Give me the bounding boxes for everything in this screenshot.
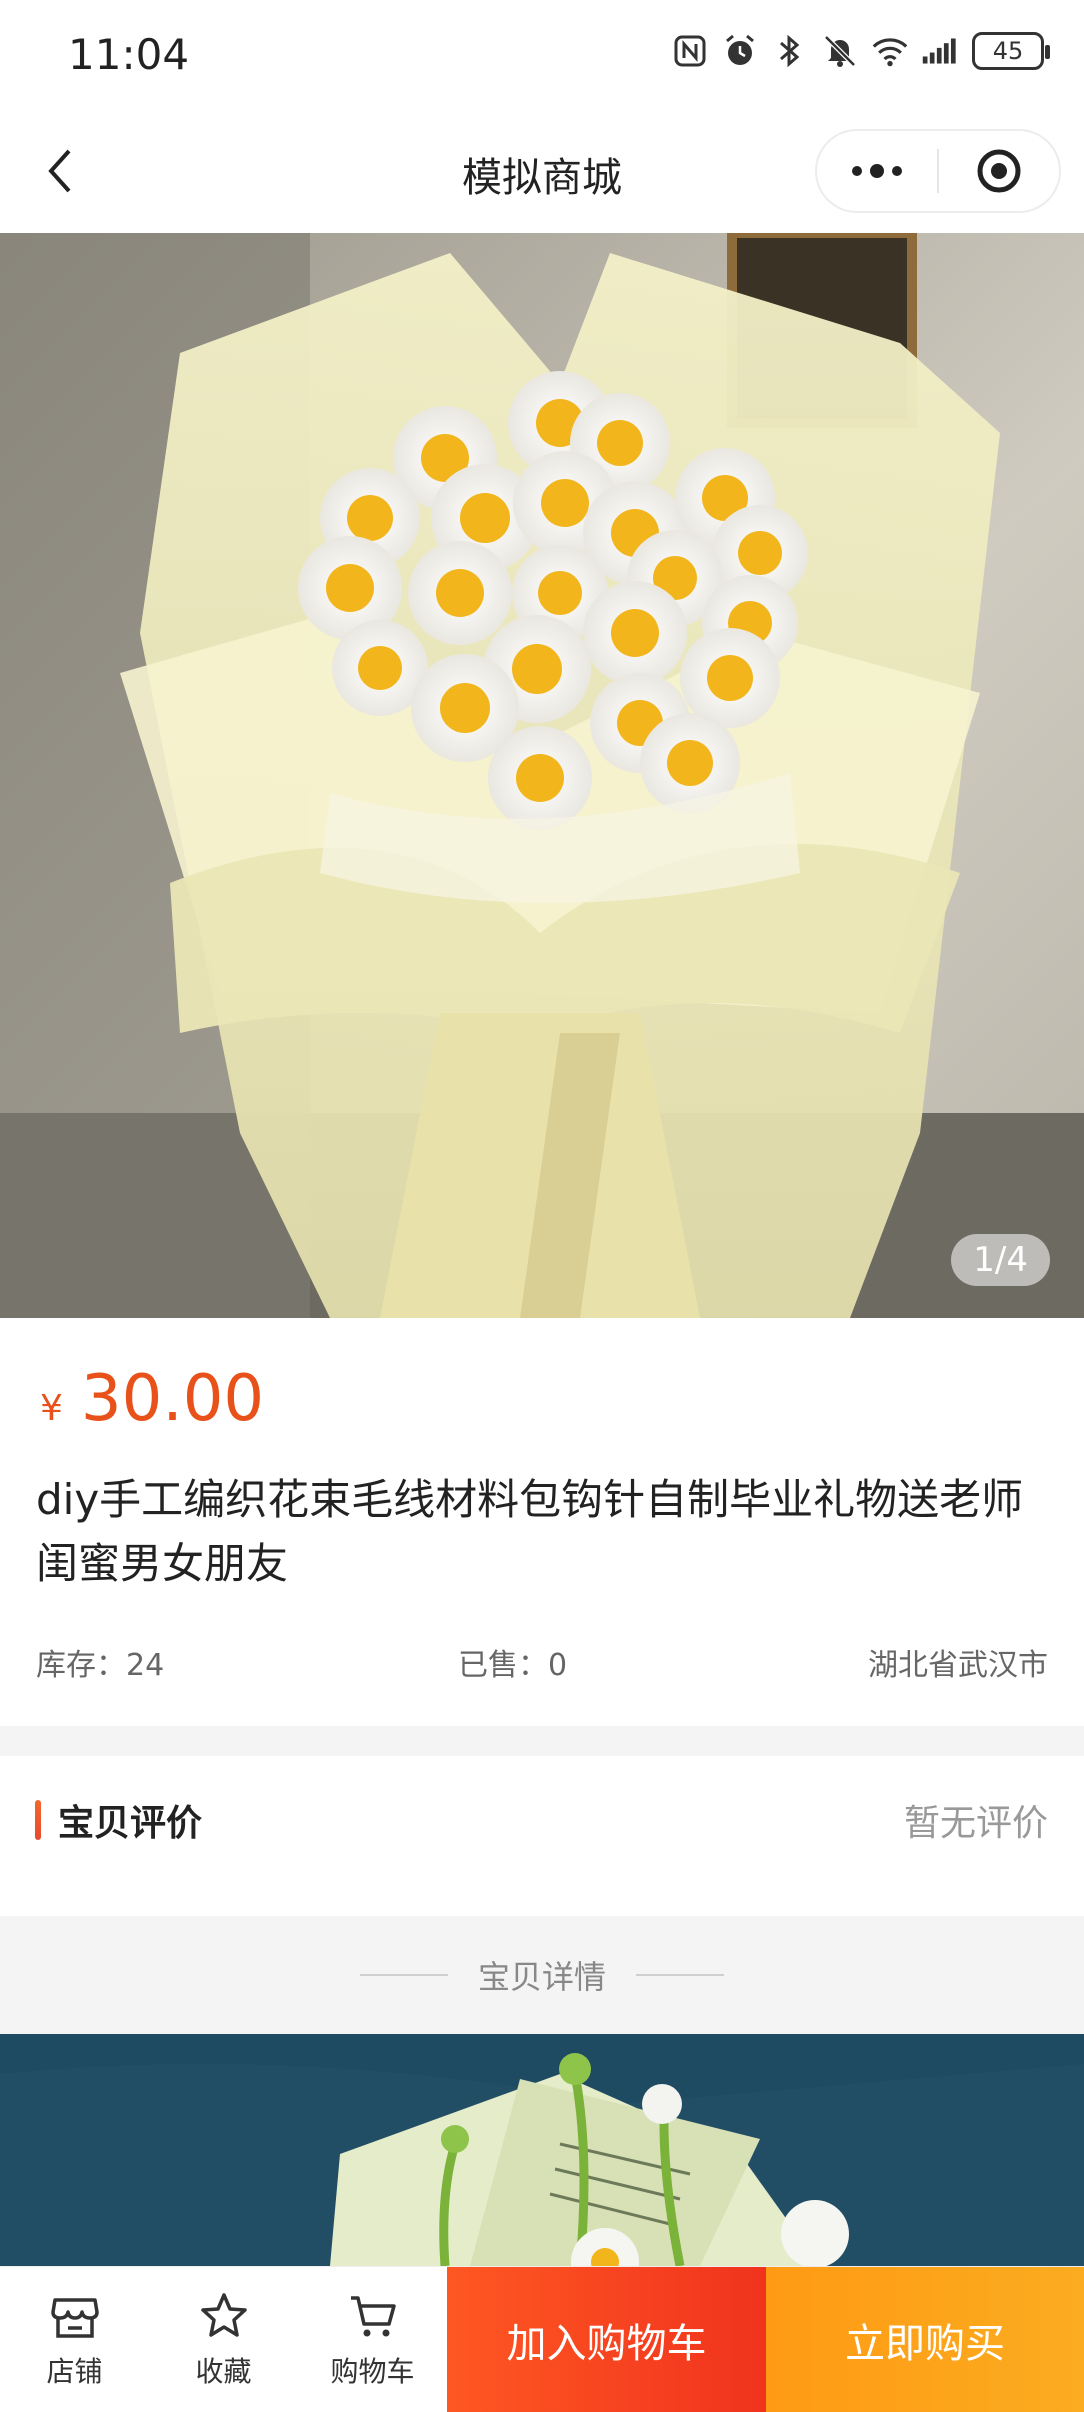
- more-dots-icon: [852, 164, 902, 178]
- product-image-carousel[interactable]: 1/4: [0, 233, 1084, 1318]
- product-title: diy手工编织花束毛线材料包钩针自制毕业礼物送老师闺蜜男女朋友: [36, 1475, 1024, 1588]
- product-info: ¥ 30.00 diy手工编织花束毛线材料包钩针自制毕业礼物送老师闺蜜男女朋友 …: [0, 1318, 1084, 1726]
- reviews-title: 宝贝评价: [58, 1803, 203, 1844]
- status-icons: 45: [672, 32, 1050, 70]
- close-button[interactable]: [939, 131, 1059, 211]
- nfc-icon: [672, 33, 708, 69]
- cart-icon: [350, 2296, 396, 2337]
- details-title: 宝贝详情: [477, 1958, 606, 1996]
- mini-program-capsule: [815, 129, 1061, 213]
- target-close-icon: [977, 149, 1021, 193]
- signal-icon: [922, 33, 958, 69]
- currency-symbol: ¥: [40, 1388, 63, 1429]
- detail-image: [0, 2034, 1084, 2266]
- price: ¥ 30.00: [40, 1362, 264, 1436]
- battery-level: 45: [992, 37, 1024, 65]
- cart-label: 购物车: [330, 2355, 415, 2388]
- section-divider: [0, 1726, 1084, 1756]
- favorite-button[interactable]: 收藏: [149, 2267, 298, 2412]
- cart-button[interactable]: 购物车: [298, 2267, 447, 2412]
- wifi-icon: [872, 33, 908, 69]
- alarm-icon: [722, 33, 758, 69]
- battery-icon: 45: [972, 32, 1050, 70]
- reviews-section[interactable]: 宝贝评价 暂无评价: [0, 1756, 1084, 1916]
- favorite-label: 收藏: [195, 2355, 252, 2388]
- divider-line-left: [359, 1974, 448, 1976]
- store-icon: [50, 2298, 99, 2338]
- product-meta: 库存：24 已售：0 湖北省武汉市: [36, 1640, 1048, 1684]
- bouquet-image: [0, 233, 1084, 1318]
- add-to-cart-button[interactable]: 加入购物车: [447, 2267, 766, 2412]
- details-header: 宝贝详情: [0, 1916, 1084, 2034]
- more-button[interactable]: [817, 131, 937, 211]
- section-accent-bar: [35, 1800, 41, 1840]
- bottom-action-bar: 店铺 收藏 购物车 加入购物车 立即购买: [0, 2266, 1084, 2412]
- shop-label: 店铺: [46, 2355, 103, 2388]
- detail-flower-image: [0, 2034, 1084, 2266]
- buy-now-button[interactable]: 立即购买: [766, 2267, 1084, 2412]
- price-value: 30.00: [80, 1362, 265, 1436]
- image-counter: 1/4: [951, 1234, 1050, 1286]
- stock-count: 库存：24: [36, 1648, 165, 1683]
- nav-bar: 模拟商城: [0, 115, 1084, 233]
- star-icon: [200, 2293, 247, 2337]
- sold-count: 已售：0: [458, 1648, 568, 1683]
- ship-location: 湖北省武汉市: [868, 1648, 1048, 1683]
- reviews-empty-text: 暂无评价: [903, 1803, 1048, 1844]
- divider-line-right: [636, 1974, 724, 1976]
- shop-button[interactable]: 店铺: [0, 2267, 149, 2412]
- status-bar: 11:04 45: [0, 0, 1084, 115]
- bluetooth-icon: [772, 33, 808, 69]
- status-time: 11:04: [68, 30, 190, 79]
- mute-icon: [822, 33, 858, 69]
